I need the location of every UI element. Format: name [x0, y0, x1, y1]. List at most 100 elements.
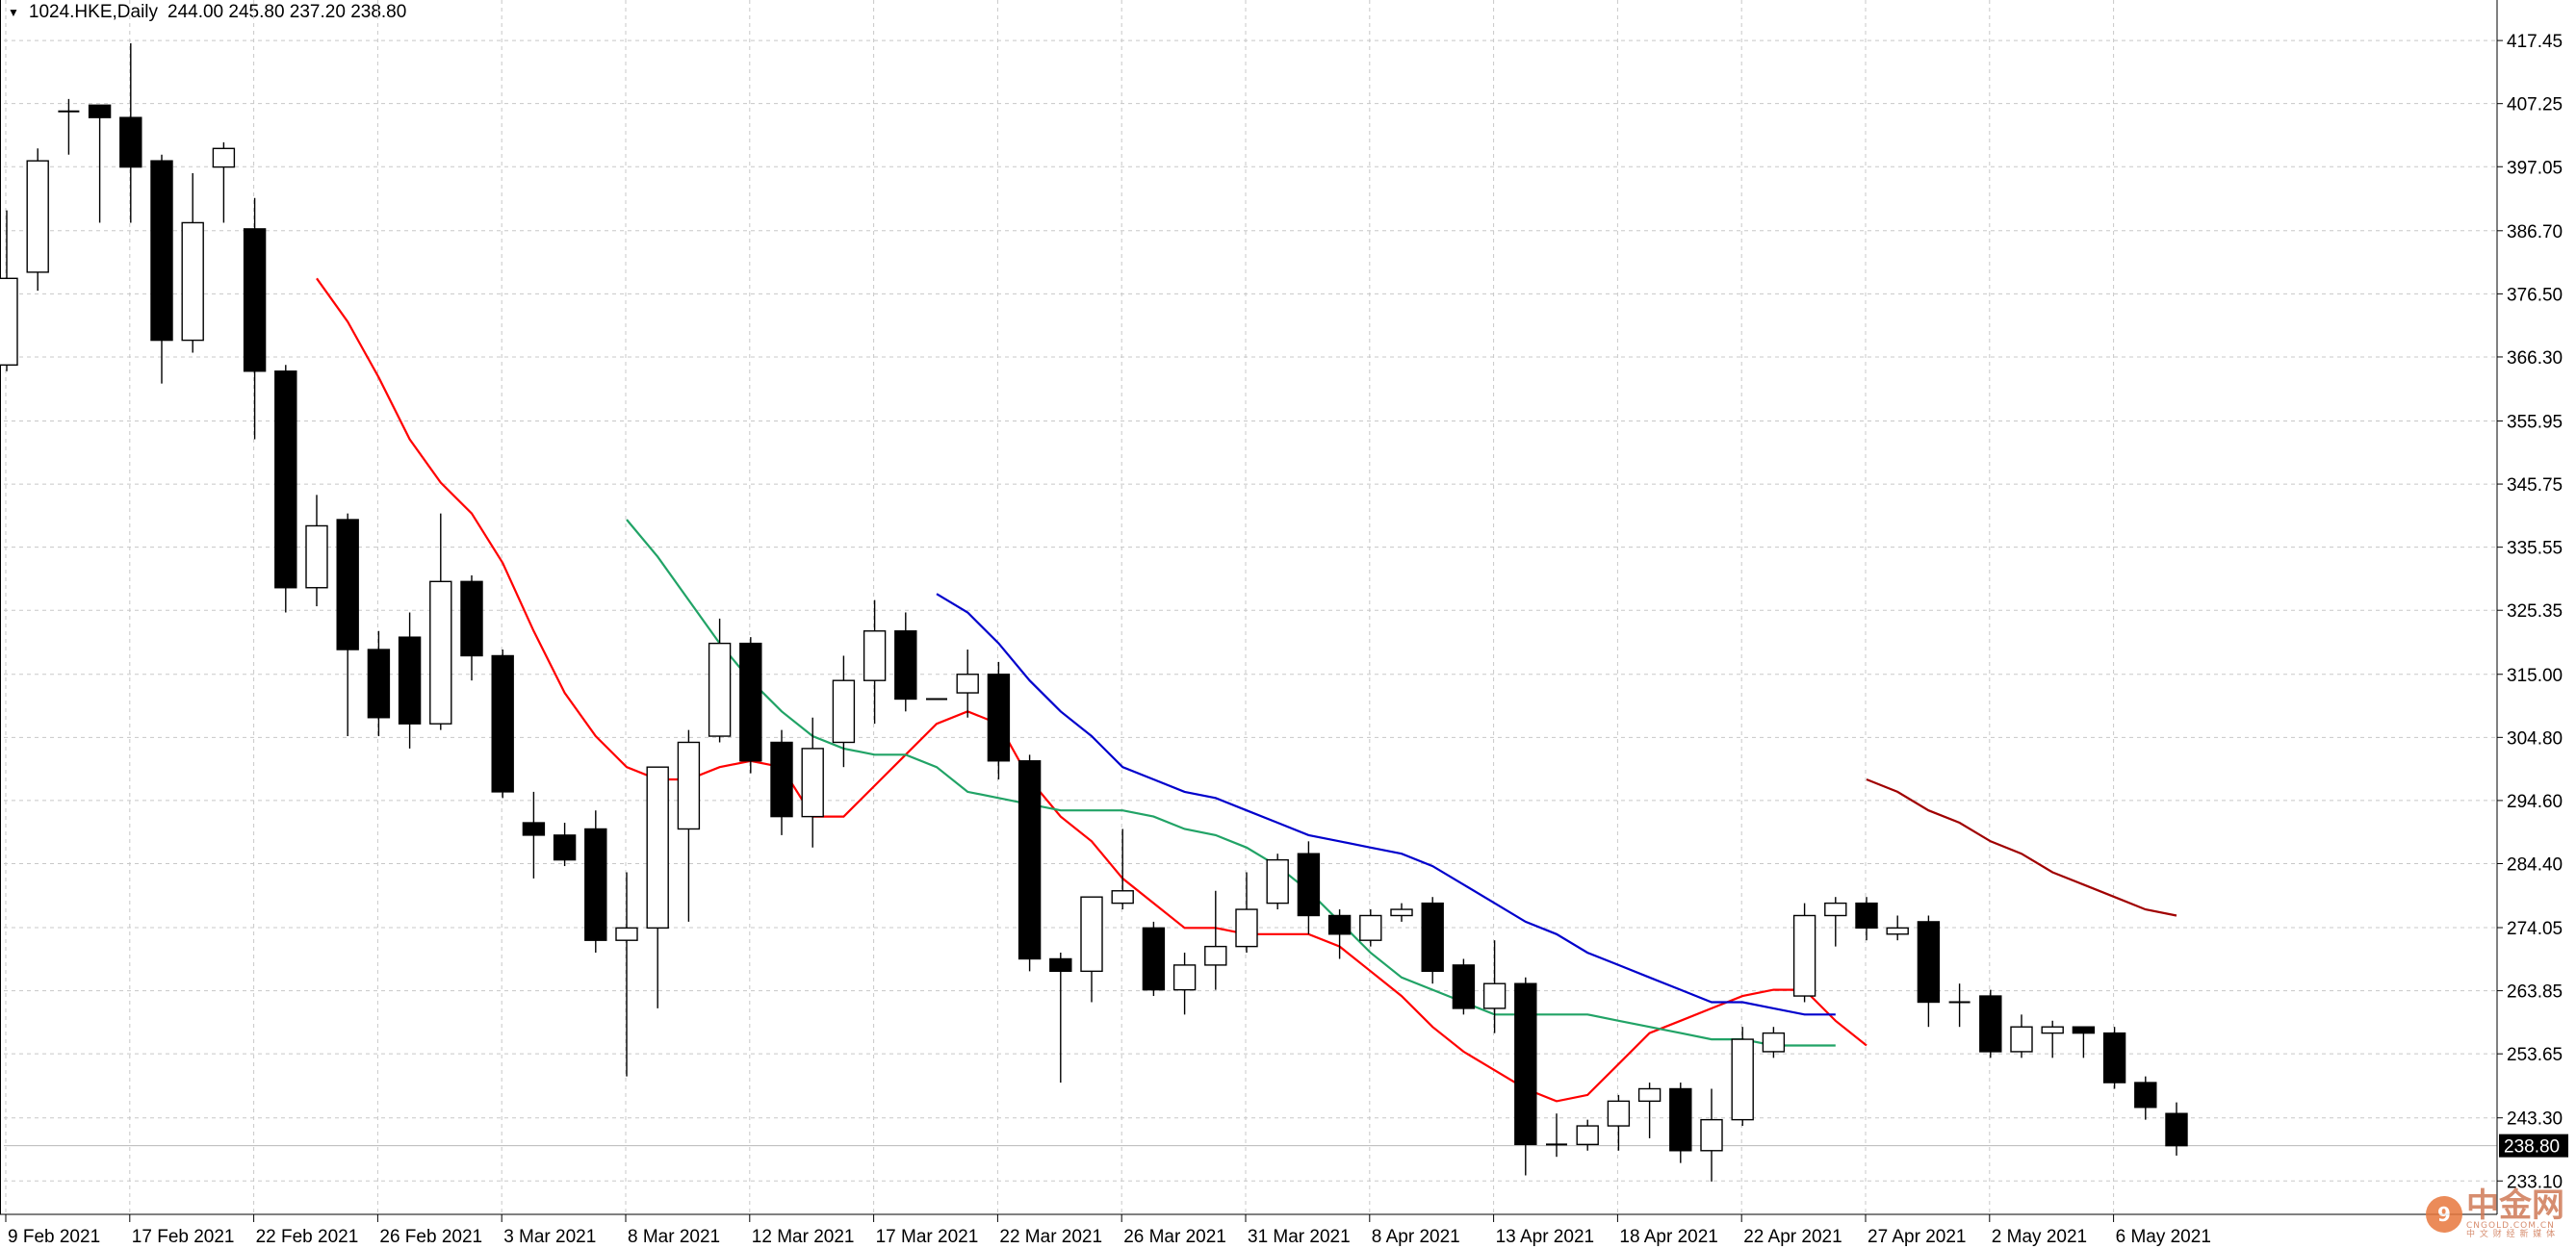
- candle-body-bull: [1607, 1100, 1631, 1127]
- candle: [119, 43, 142, 223]
- candle: [2165, 1102, 2188, 1156]
- x-tick-label: 26 Feb 2021: [379, 1227, 482, 1247]
- candle: [212, 141, 236, 223]
- candle: [0, 210, 18, 371]
- y-tick-label: 407.25: [2507, 95, 2563, 115]
- candle: [2072, 1026, 2096, 1058]
- candle-body-bear: [88, 104, 112, 118]
- y-tick-label: 397.05: [2507, 158, 2563, 178]
- watermark-name: 中金网: [2466, 1186, 2564, 1225]
- candle: [739, 637, 762, 774]
- candle: [770, 729, 793, 835]
- candle: [460, 574, 483, 681]
- x-tick-label: 26 Mar 2021: [1123, 1227, 1226, 1247]
- candle: [243, 197, 267, 440]
- y-tick-label: 284.40: [2507, 854, 2563, 875]
- candle: [1018, 754, 1042, 972]
- candle-body-bear: [367, 649, 391, 719]
- candle: [429, 513, 452, 730]
- current-price-label: 238.80: [2504, 1137, 2560, 1158]
- candle: [863, 599, 887, 725]
- ma-line-3: [1866, 777, 2177, 917]
- y-tick-label: 355.95: [2507, 412, 2563, 432]
- x-tick-label: 22 Apr 2021: [1743, 1227, 1842, 1247]
- candle: [1452, 958, 1476, 1015]
- candle-body-bear: [150, 160, 173, 342]
- candle-body-bull: [0, 277, 18, 367]
- candle-body-bull: [1700, 1118, 1723, 1152]
- candle: [150, 154, 173, 384]
- candle-body-bull: [801, 748, 824, 818]
- candle-body-bull: [26, 160, 49, 273]
- candle: [1546, 1113, 1567, 1158]
- candle-body-bull: [677, 741, 701, 830]
- candle-body-bull: [1482, 982, 1507, 1009]
- candle: [1235, 872, 1258, 954]
- candle: [1359, 909, 1382, 947]
- candle: [1979, 989, 2002, 1058]
- candle: [646, 766, 669, 1008]
- candles: [0, 43, 2188, 1182]
- y-tick-label: 243.30: [2507, 1109, 2563, 1130]
- candle: [1482, 940, 1507, 1033]
- candle-body-bear: [2102, 1032, 2126, 1083]
- x-tick-label: 2 May 2021: [1992, 1227, 2087, 1247]
- candle: [2010, 1014, 2033, 1058]
- candle: [336, 513, 359, 737]
- watermark-sub: 中 文 财 经 新 媒 体: [2466, 1230, 2557, 1239]
- candle: [1669, 1083, 1692, 1163]
- y-tick-label: 253.65: [2507, 1045, 2563, 1065]
- candle: [677, 729, 701, 922]
- candle: [491, 650, 514, 799]
- price-axis[interactable]: 417.45 407.25 397.05 386.70 376.50 366.30 355.…: [2496, 0, 2568, 1214]
- candle: [1700, 1088, 1723, 1182]
- candle: [88, 104, 112, 223]
- x-tick-label: 27 Apr 2021: [1868, 1227, 1966, 1247]
- candle: [584, 810, 607, 954]
- candle: [1204, 890, 1227, 990]
- x-tick-label: 8 Mar 2021: [628, 1227, 720, 1247]
- candle-body-bull: [956, 674, 979, 694]
- candle: [58, 98, 80, 155]
- y-tick-label: 376.50: [2507, 285, 2563, 305]
- moving-averages: [316, 277, 2177, 1103]
- candle-body-bull: [646, 766, 669, 930]
- candle: [522, 791, 546, 879]
- candle: [1948, 983, 1971, 1028]
- time-axis[interactable]: 9 Feb 2021 17 Feb 2021 22 Feb 2021 26 Feb 2…: [0, 1213, 2497, 1247]
- candle-body-bear: [460, 580, 483, 657]
- candle: [615, 872, 638, 1077]
- candle-body-bull: [212, 147, 236, 168]
- x-tick-label: 6 May 2021: [2116, 1227, 2211, 1247]
- candle-body-bull: [1111, 890, 1134, 905]
- x-tick-label: 22 Feb 2021: [256, 1227, 359, 1247]
- candle: [1762, 1027, 1786, 1058]
- candle: [2134, 1076, 2157, 1120]
- x-tick-label: 17 Feb 2021: [132, 1227, 235, 1247]
- candle-body-bear: [1049, 957, 1072, 973]
- candle-body-bear: [1327, 914, 1352, 935]
- candle: [1390, 903, 1413, 922]
- candle: [305, 495, 328, 607]
- candle-body-bull: [1731, 1038, 1754, 1121]
- candle: [1266, 854, 1289, 910]
- candle-body-bear: [336, 519, 359, 650]
- candle-body-bear: [491, 654, 514, 793]
- candle: [956, 650, 979, 718]
- y-tick-label: 345.75: [2507, 475, 2563, 496]
- candle-body-bull: [832, 679, 856, 744]
- x-tick-label: 18 Apr 2021: [1619, 1227, 1717, 1247]
- price-chart[interactable]: 417.45 407.25 397.05 386.70 376.50 366.30 355.…: [0, 0, 2576, 1249]
- candle-body-bear: [2072, 1026, 2096, 1034]
- candle: [1421, 897, 1444, 984]
- grid: [0, 0, 2497, 1214]
- candle: [2102, 1027, 2126, 1089]
- candle: [398, 612, 422, 749]
- candle: [553, 823, 577, 867]
- candle-body-bear: [987, 674, 1011, 762]
- candle-body-bull: [1824, 902, 1847, 917]
- ma-line-2: [936, 593, 1836, 1016]
- watermark-mark: 9: [2426, 1196, 2462, 1233]
- candle-body-bear: [770, 741, 793, 818]
- candle-body-bull: [2041, 1026, 2064, 1034]
